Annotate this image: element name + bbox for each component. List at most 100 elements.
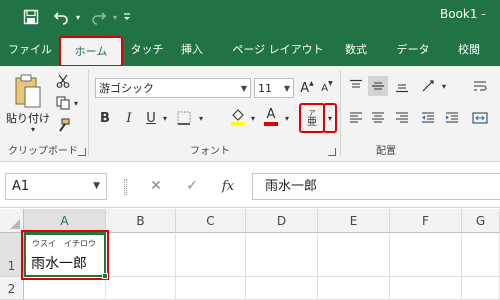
font-launcher-icon[interactable] — [328, 148, 336, 156]
tab-file[interactable]: ファイル — [4, 34, 56, 66]
tab-data[interactable]: データ — [388, 34, 438, 66]
align-right-icon[interactable] — [392, 108, 412, 128]
name-box-value: A1 — [12, 179, 30, 194]
ribbon: 貼り付け ▾ ▾ クリップボード 游ゴシック ▼ 11 ▼ A ▲ A ▼ B I … — [0, 66, 500, 162]
column-header-e[interactable]: E — [318, 209, 390, 233]
fill-color-dropdown-icon[interactable]: ▾ — [248, 112, 258, 124]
enter-icon[interactable]: ✓ — [180, 175, 204, 197]
tab-formulas[interactable]: 数式 — [334, 34, 378, 66]
cell-c2[interactable] — [176, 277, 246, 300]
column-header-a[interactable]: A — [24, 209, 106, 233]
font-color-dropdown-icon[interactable]: ▾ — [282, 112, 292, 124]
cell-b1[interactable] — [106, 233, 176, 277]
row-header-2[interactable]: 2 — [0, 277, 24, 300]
merge-center-icon[interactable] — [470, 108, 490, 128]
tab-touch[interactable]: タッチ — [126, 34, 168, 66]
grow-font-button[interactable]: A ▲ — [297, 78, 317, 98]
column-header-g[interactable]: G — [462, 209, 500, 233]
group-separator — [340, 70, 341, 156]
tab-review[interactable]: 校閲 — [446, 34, 492, 66]
font-size-combo[interactable]: 11 ▼ — [254, 78, 294, 98]
cell-a1[interactable]: ウスイ イチロウ 雨水一郎 — [21, 230, 109, 280]
paste-icon[interactable] — [10, 72, 46, 112]
cell-c1[interactable] — [176, 233, 246, 277]
column-header-c[interactable]: C — [176, 209, 246, 233]
undo-icon[interactable] — [50, 6, 72, 28]
font-size-value: 11 — [258, 81, 272, 95]
tab-home[interactable]: ホーム — [59, 36, 123, 67]
chevron-down-icon: ▼ — [283, 84, 290, 93]
copy-icon[interactable] — [54, 94, 72, 112]
middle-align-icon[interactable] — [368, 76, 388, 96]
decrease-indent-icon[interactable] — [418, 108, 438, 128]
italic-button[interactable]: I — [120, 108, 138, 128]
column-header-b[interactable]: B — [106, 209, 176, 233]
a1-furigana: ウスイ イチロウ — [32, 239, 96, 248]
cell-g1[interactable] — [462, 233, 500, 277]
clipboard-launcher-icon[interactable] — [78, 148, 86, 156]
phonetic-guide-dropdown-icon[interactable]: ▾ — [323, 103, 337, 133]
chevron-down-icon: ▼ — [240, 84, 247, 93]
underline-button[interactable]: U — [142, 108, 160, 128]
select-all-corner[interactable] — [0, 209, 24, 233]
cell-g2[interactable] — [462, 277, 500, 300]
cell-f1[interactable] — [390, 233, 462, 277]
cell-d1[interactable] — [246, 233, 318, 277]
format-painter-icon[interactable] — [54, 116, 72, 134]
redo-icon — [88, 6, 110, 28]
cell-e1[interactable] — [318, 233, 390, 277]
window-title: Book1 - — [440, 7, 486, 21]
font-group-label: フォント — [190, 146, 230, 157]
tab-insert[interactable]: 挿入 — [172, 34, 212, 66]
cell-a2[interactable] — [24, 277, 106, 300]
wrap-text-icon[interactable] — [470, 76, 490, 96]
ribbon-tab-row: ファイル ホーム タッチ 挿入 ページ レイアウト 数式 データ 校閲 — [0, 34, 500, 67]
insert-function-icon[interactable]: fx — [216, 175, 240, 197]
group-separator — [88, 70, 89, 156]
formula-bar-splitter[interactable] — [124, 179, 127, 195]
paste-dropdown-icon[interactable]: ▾ — [28, 124, 38, 134]
title-bar: ▾ ▾ Book1 - — [0, 0, 500, 34]
alignment-group-label: 配置 — [376, 146, 396, 157]
row-header-1[interactable]: 1 — [0, 233, 24, 277]
font-color-button[interactable]: A — [262, 106, 280, 128]
worksheet-grid: A B C D E F G 1 2 ウスイ イチロウ 雨水一郎 — [0, 209, 500, 300]
shrink-font-icon: A — [321, 82, 329, 94]
align-left-icon[interactable] — [346, 108, 366, 128]
top-align-icon[interactable] — [346, 76, 366, 96]
fill-color-icon[interactable] — [228, 106, 248, 128]
column-header-d[interactable]: D — [246, 209, 318, 233]
align-center-icon[interactable] — [368, 108, 388, 128]
phonetic-bottom-icon: 亜 — [307, 117, 317, 128]
column-header-f[interactable]: F — [390, 209, 462, 233]
customize-qat-icon[interactable] — [120, 6, 134, 28]
cancel-icon[interactable]: ✕ — [144, 175, 168, 197]
bold-button[interactable]: B — [96, 108, 114, 128]
name-box[interactable]: A1 ▼ — [5, 173, 107, 200]
borders-icon[interactable] — [172, 108, 196, 128]
phonetic-guide-button[interactable]: ア 亜 — [299, 103, 325, 133]
increase-indent-icon[interactable] — [442, 108, 462, 128]
copy-dropdown-icon[interactable]: ▾ — [72, 98, 80, 108]
tab-page-layout[interactable]: ページ レイアウト — [226, 34, 330, 66]
font-name-combo[interactable]: 游ゴシック ▼ — [95, 78, 251, 98]
save-icon[interactable] — [20, 6, 42, 28]
bottom-align-icon[interactable] — [392, 76, 412, 96]
cut-icon[interactable] — [54, 72, 72, 90]
cell-d2[interactable] — [246, 277, 318, 300]
cell-f2[interactable] — [390, 277, 462, 300]
font-color-icon: A — [266, 107, 276, 123]
a1-value: 雨水一郎 — [31, 256, 87, 272]
fill-handle[interactable] — [102, 273, 108, 279]
formula-input[interactable]: 雨水一郎 — [252, 173, 500, 200]
formula-bar: A1 ▼ ✕ ✓ fx 雨水一郎 — [0, 163, 500, 208]
undo-dropdown-icon[interactable]: ▾ — [72, 6, 84, 28]
shrink-font-button[interactable]: A ▼ — [317, 78, 337, 98]
cell-e2[interactable] — [318, 277, 390, 300]
underline-dropdown-icon[interactable]: ▾ — [160, 112, 170, 124]
orientation-icon[interactable] — [418, 76, 440, 96]
orientation-dropdown-icon[interactable]: ▾ — [440, 80, 448, 92]
cell-b2[interactable] — [106, 277, 176, 300]
borders-dropdown-icon[interactable]: ▾ — [196, 112, 206, 124]
grow-font-icon: A — [300, 80, 310, 96]
